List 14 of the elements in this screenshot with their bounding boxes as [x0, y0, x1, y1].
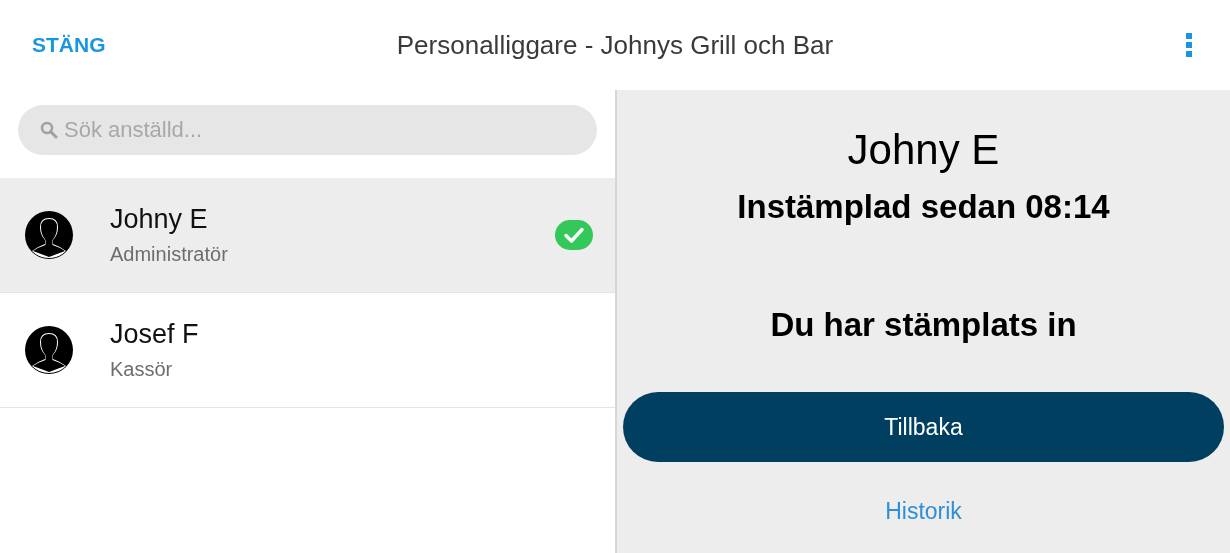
employee-name: Johny E	[110, 204, 209, 235]
search-icon	[40, 121, 58, 139]
status-text: Instämplad sedan 08:14	[737, 188, 1110, 226]
employee-role: Administratör	[110, 243, 229, 266]
employee-role: Kassör	[110, 358, 174, 381]
page-title: Personalliggare - Johnys Grill och Bar	[396, 29, 834, 60]
avatar-icon	[24, 325, 74, 375]
confirmation-message: Du har stämplats in	[770, 306, 1077, 344]
search-field[interactable]: Sök anställd...	[18, 105, 597, 155]
employee-heading: Johny E	[847, 126, 1000, 174]
employee-row[interactable]: Johny E Administratör	[0, 178, 615, 293]
back-button[interactable]: Tillbaka	[623, 392, 1224, 462]
employee-name: Josef F	[110, 319, 200, 350]
avatar-icon	[24, 210, 74, 260]
